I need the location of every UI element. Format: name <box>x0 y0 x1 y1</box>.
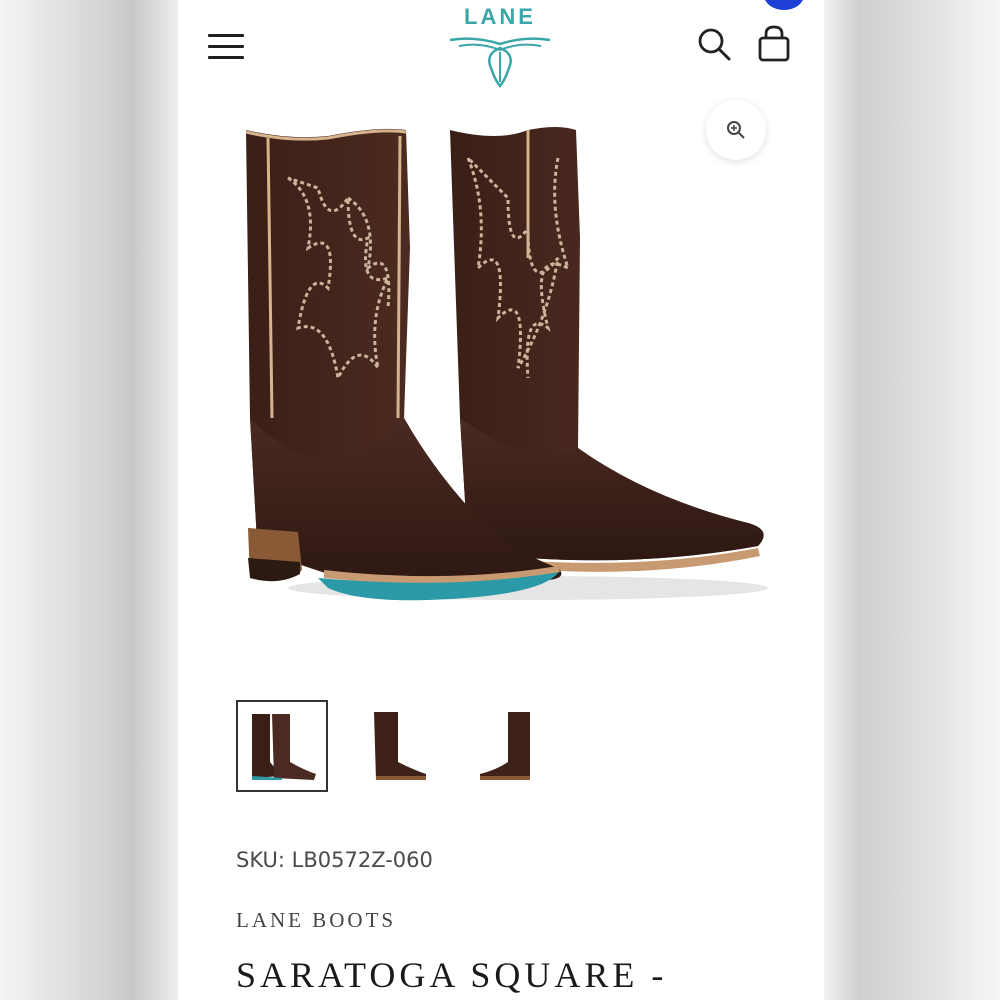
thumbnail-back[interactable] <box>464 700 556 792</box>
brand-logo[interactable]: LANE <box>440 0 560 90</box>
product-image[interactable] <box>228 118 788 638</box>
product-sku: SKU: LB0572Z-060 <box>236 848 433 872</box>
search-button[interactable] <box>696 26 732 62</box>
logo-text: LANE <box>464 4 536 29</box>
search-icon <box>698 28 731 61</box>
boot-back-thumbnail <box>480 712 530 780</box>
boots-pair-thumbnail <box>252 714 316 780</box>
hamburger-menu-icon <box>208 33 244 37</box>
thumbnail-pair[interactable] <box>236 700 328 792</box>
product-title: SARATOGA SQUARE - <box>236 955 668 995</box>
background-blur-right <box>824 0 1000 1000</box>
boot-side-thumbnail <box>374 712 426 780</box>
zoom-button[interactable] <box>706 100 766 160</box>
thumbnail-strip <box>236 700 556 792</box>
thumbnail-side[interactable] <box>350 700 442 792</box>
cart-button[interactable] <box>756 24 792 64</box>
menu-button[interactable] <box>208 30 248 62</box>
zoom-in-icon <box>727 121 745 139</box>
product-page: LANE SKU: LB0572Z-060 LANE BOOTS SARATOG… <box>178 0 824 1000</box>
shopping-bag-icon <box>758 25 790 62</box>
boots-illustration <box>245 127 768 601</box>
product-brand[interactable]: LANE BOOTS <box>236 908 396 933</box>
notification-badge <box>764 0 804 10</box>
background-blur-left <box>0 0 178 1000</box>
logo-emblem-icon <box>449 37 551 88</box>
